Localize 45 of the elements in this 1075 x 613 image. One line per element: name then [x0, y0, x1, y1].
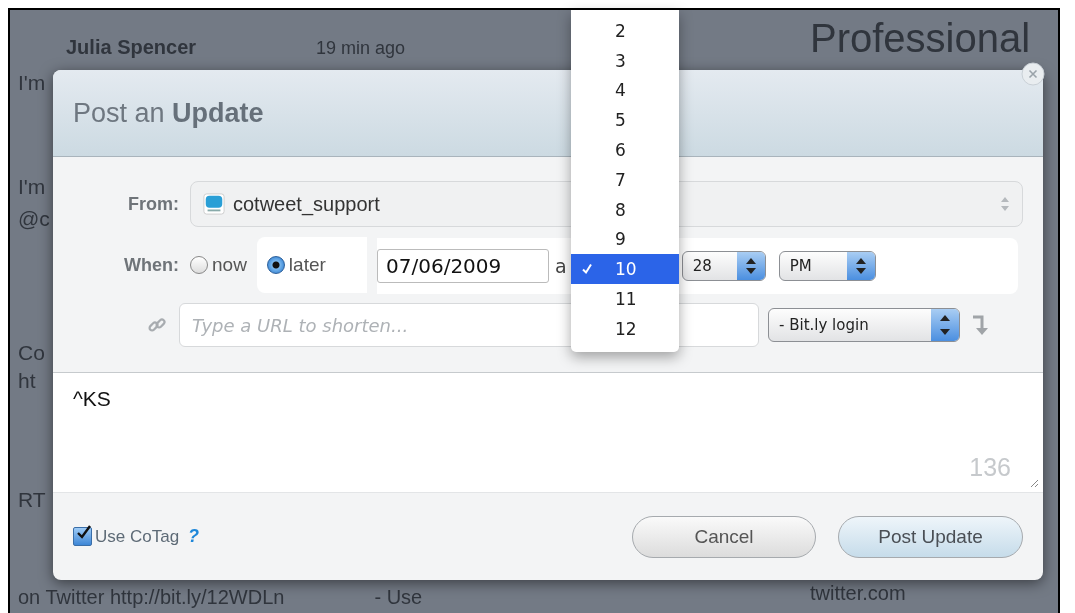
minute-select[interactable]: 28: [681, 251, 766, 281]
dialog-button[interactable]: Post Update: [838, 515, 1023, 558]
feed-text: @c: [18, 207, 51, 231]
cotag-checkbox[interactable]: [73, 527, 92, 546]
hour-menu-item[interactable]: 10: [571, 254, 679, 285]
feed-action: - Use: [374, 586, 423, 609]
resize-grip-icon[interactable]: [1029, 478, 1039, 488]
radio-label[interactable]: now: [212, 254, 247, 276]
hour-menu-item[interactable]: 9: [571, 224, 679, 255]
close-icon[interactable]: [1021, 62, 1045, 86]
panel-heading: Professional: [810, 16, 1031, 61]
hour-menu-item[interactable]: 8: [571, 194, 679, 225]
dialog-title: Post an Update: [73, 97, 264, 129]
when-label: When:: [123, 254, 179, 276]
hour-menu-item[interactable]: 3: [571, 45, 679, 76]
feed-text: Co: [18, 341, 46, 365]
checkmark-icon: [581, 263, 593, 276]
up-down-arrows-icon: [1000, 196, 1010, 212]
character-count: 136: [969, 453, 1011, 482]
feed-text: I'm: [18, 175, 47, 199]
author-name: Julia Spencer: [65, 36, 197, 59]
hour-menu-item[interactable]: 12: [571, 313, 679, 344]
message-textarea[interactable]: ^KS 136: [53, 372, 1043, 493]
hour-menu-item[interactable]: 2: [571, 16, 679, 46]
radio-label[interactable]: later: [288, 254, 326, 276]
at-text: a: [555, 255, 567, 277]
hour-menu-item[interactable]: 4: [571, 75, 679, 106]
hour-menu-item[interactable]: 6: [571, 135, 679, 165]
feed-text: I'm: [18, 71, 47, 95]
radio-button[interactable]: [266, 256, 285, 274]
cotag-label[interactable]: Use CoTag: [95, 526, 180, 547]
dialog-button[interactable]: Cancel: [632, 515, 816, 558]
message-text: ^KS: [73, 387, 111, 410]
shortener-select[interactable]: - Bit.ly login: [768, 308, 960, 342]
feed-text: on Twitter http://bit.ly/12WDLn: [18, 586, 285, 609]
feed-text: ht: [18, 369, 37, 393]
ampm-select[interactable]: PM: [778, 251, 876, 281]
from-label: From:: [127, 193, 179, 215]
account-logo-icon: [203, 193, 225, 215]
post-time: 19 min ago: [316, 38, 406, 59]
date-field[interactable]: 07/06/2009: [377, 249, 549, 283]
radio-button[interactable]: [190, 256, 208, 274]
feed-text: RT: [18, 488, 47, 512]
hour-menu-item[interactable]: 7: [571, 165, 679, 195]
hour-menu-item[interactable]: 5: [571, 105, 679, 136]
